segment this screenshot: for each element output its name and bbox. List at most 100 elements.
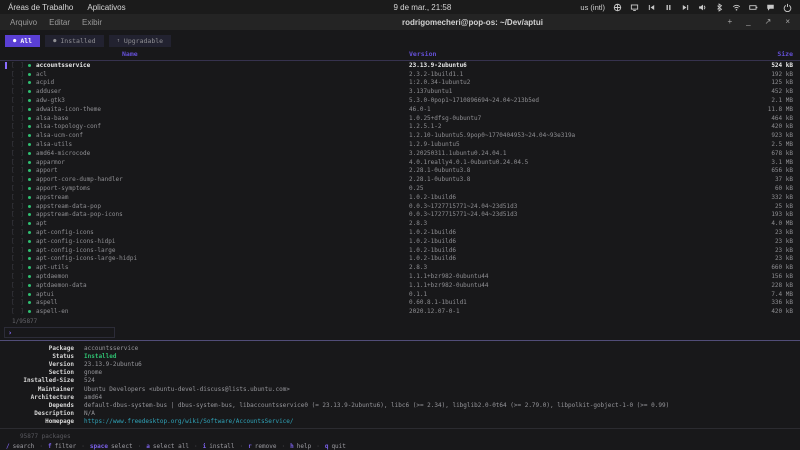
chat-icon[interactable] <box>766 3 775 12</box>
table-row[interactable]: [ ] adduser 3.137ubuntu1 452 kB <box>4 87 800 96</box>
all-tab[interactable]: ● All <box>5 35 40 47</box>
applications-button[interactable]: Aplicativos <box>87 3 125 12</box>
table-row[interactable]: [ ] adwaita-icon-theme 46.0-1 11.8 MB <box>4 105 800 114</box>
table-row[interactable]: [ ] aptui 0.1.1 7.4 MB <box>4 290 800 299</box>
battery-icon[interactable] <box>749 3 758 12</box>
table-row[interactable]: [ ] aspell 0.60.8.1-1build1 336 kB <box>4 299 800 308</box>
table-row[interactable]: [ ] alsa-base 1.0.25+dfsg-0ubuntu7 464 k… <box>4 114 800 123</box>
package-name: apport-core-dump-handler <box>36 176 409 183</box>
bluetooth-icon[interactable] <box>715 3 724 12</box>
row-checkbox[interactable]: [ ] <box>11 220 26 227</box>
row-checkbox[interactable]: [ ] <box>11 282 26 289</box>
detail-value: gnome <box>84 369 800 377</box>
row-checkbox[interactable]: [ ] <box>11 308 26 315</box>
row-checkbox[interactable]: [ ] <box>11 88 26 95</box>
row-checkbox[interactable]: [ ] <box>11 106 26 113</box>
table-row[interactable]: [ ] apt-config-icons-hidpi 1.0.2-1build6… <box>4 237 800 246</box>
package-size: 156 kB <box>709 273 800 280</box>
row-checkbox[interactable]: [ ] <box>11 185 26 192</box>
table-row[interactable]: [ ] aspell-en 2020.12.07-0-1 420 kB <box>4 307 800 316</box>
package-size: 60 kB <box>709 185 800 192</box>
package-version: 1.0.2-1build6 <box>409 255 709 262</box>
wifi-icon[interactable] <box>732 3 741 12</box>
row-checkbox[interactable]: [ ] <box>11 203 26 210</box>
row-checkbox[interactable]: [ ] <box>11 79 26 86</box>
table-row[interactable]: [ ] apport 2.28.1-0ubuntu3.8 656 kB <box>4 167 800 176</box>
table-row[interactable]: [ ] aptdaemon-data 1.1.1+bzr982-0ubuntu4… <box>4 281 800 290</box>
minimize-window-button[interactable]: _ <box>746 18 750 26</box>
package-name: appstream <box>36 194 409 201</box>
close-window-button[interactable]: × <box>785 18 790 26</box>
table-row[interactable]: [ ] appstream-data-pop-icons 0.0.3~17277… <box>4 211 800 220</box>
package-size: 656 kB <box>709 167 800 174</box>
table-row[interactable]: [ ] apt 2.8.3 4.0 MB <box>4 219 800 228</box>
table-row[interactable]: [ ] acl 2.3.2-1build1.1 192 kB <box>4 70 800 79</box>
column-header-size: Size <box>709 50 800 58</box>
table-row[interactable]: [ ] adw-gtk3 5.3.0-0pop1~1710896694~24.0… <box>4 96 800 105</box>
row-checkbox[interactable]: [ ] <box>11 255 26 262</box>
table-row[interactable]: [ ] alsa-utils 1.2.9-1ubuntu5 2.5 MB <box>4 140 800 149</box>
table-row[interactable]: [ ] apport-symptoms 0.25 60 kB <box>4 184 800 193</box>
system-tray[interactable]: us (intl) <box>580 3 792 12</box>
row-checkbox[interactable]: [ ] <box>11 159 26 166</box>
table-row[interactable]: [ ] acpid 1:2.0.34-1ubuntu2 125 kB <box>4 79 800 88</box>
clock[interactable]: 9 de mar., 21:58 <box>393 3 451 12</box>
volume-icon[interactable] <box>698 3 707 12</box>
selection-cursor <box>5 185 7 192</box>
row-checkbox[interactable]: [ ] <box>11 238 26 245</box>
shortcut-action: select all <box>153 443 189 450</box>
row-checkbox[interactable]: [ ] <box>11 291 26 298</box>
table-row[interactable]: [ ] appstream 1.0.2-1build6 332 kB <box>4 193 800 202</box>
table-row[interactable]: [ ] amd64-microcode 3.20250311.1ubuntu0.… <box>4 149 800 158</box>
row-checkbox[interactable]: [ ] <box>11 229 26 236</box>
menu-item[interactable]: Arquivo <box>10 18 37 27</box>
package-size: 23 kB <box>709 229 800 236</box>
keyboard-layout-indicator[interactable]: us (intl) <box>580 3 605 12</box>
table-row[interactable]: [ ] alsa-ucm-conf 1.2.10-1ubuntu5.9pop0~… <box>4 131 800 140</box>
installed-tab[interactable]: ● Installed <box>45 35 104 47</box>
menu-item[interactable]: Editar <box>49 18 70 27</box>
row-checkbox[interactable]: [ ] <box>11 211 26 218</box>
row-checkbox[interactable]: [ ] <box>11 62 26 69</box>
table-row[interactable]: [ ] alsa-topology-conf 1.2.5.1-2 420 kB <box>4 123 800 132</box>
row-checkbox[interactable]: [ ] <box>11 97 26 104</box>
table-row[interactable]: [ ] apport-core-dump-handler 2.28.1-0ubu… <box>4 175 800 184</box>
row-checkbox[interactable]: [ ] <box>11 132 26 139</box>
shortcut-hint: / search <box>6 443 34 450</box>
workspaces-button[interactable]: Áreas de Trabalho <box>8 3 73 12</box>
row-checkbox[interactable]: [ ] <box>11 273 26 280</box>
row-checkbox[interactable]: [ ] <box>11 299 26 306</box>
table-row[interactable]: [ ] appstream-data-pop 0.0.3~1727715771~… <box>4 202 800 211</box>
row-checkbox[interactable]: [ ] <box>11 167 26 174</box>
orientation-icon[interactable] <box>613 3 622 12</box>
media-previous-icon[interactable] <box>647 3 656 12</box>
power-icon[interactable] <box>783 3 792 12</box>
table-row[interactable]: [ ] aptdaemon 1.1.1+bzr982-0ubuntu44 156… <box>4 272 800 281</box>
display-icon[interactable] <box>630 3 639 12</box>
table-row[interactable]: [ ] apt-config-icons 1.0.2-1build6 23 kB <box>4 228 800 237</box>
table-row[interactable]: [ ] accountsservice 23.13.9-2ubuntu6 524… <box>4 61 800 70</box>
media-next-icon[interactable] <box>681 3 690 12</box>
maximize-window-button[interactable]: ↗ <box>765 18 772 26</box>
installed-dot-icon <box>28 108 31 111</box>
menu-item[interactable]: Exibir <box>82 18 102 27</box>
row-checkbox[interactable]: [ ] <box>11 71 26 78</box>
row-checkbox[interactable]: [ ] <box>11 141 26 148</box>
row-checkbox[interactable]: [ ] <box>11 247 26 254</box>
media-pause-icon[interactable] <box>664 3 673 12</box>
tab-label: Installed <box>60 37 95 45</box>
table-row[interactable]: [ ] apt-utils 2.8.3 660 kB <box>4 263 800 272</box>
new-tab-window-button[interactable]: + <box>728 18 733 26</box>
row-checkbox[interactable]: [ ] <box>11 264 26 271</box>
row-checkbox[interactable]: [ ] <box>11 176 26 183</box>
table-row[interactable]: [ ] apt-config-icons-large-hidpi 1.0.2-1… <box>4 255 800 264</box>
row-checkbox[interactable]: [ ] <box>11 123 26 130</box>
filter-input[interactable]: › <box>4 327 115 338</box>
upgradable-tab[interactable]: ↑ Upgradable <box>109 35 171 47</box>
table-row[interactable]: [ ] apt-config-icons-large 1.0.2-1build6… <box>4 246 800 255</box>
table-row[interactable]: [ ] apparmor 4.0.1really4.0.1-0ubuntu0.2… <box>4 158 800 167</box>
row-checkbox[interactable]: [ ] <box>11 115 26 122</box>
terminal-titlebar[interactable]: ArquivoEditarExibir rodrigomecheri@pop-o… <box>0 14 800 30</box>
row-checkbox[interactable]: [ ] <box>11 194 26 201</box>
row-checkbox[interactable]: [ ] <box>11 150 26 157</box>
